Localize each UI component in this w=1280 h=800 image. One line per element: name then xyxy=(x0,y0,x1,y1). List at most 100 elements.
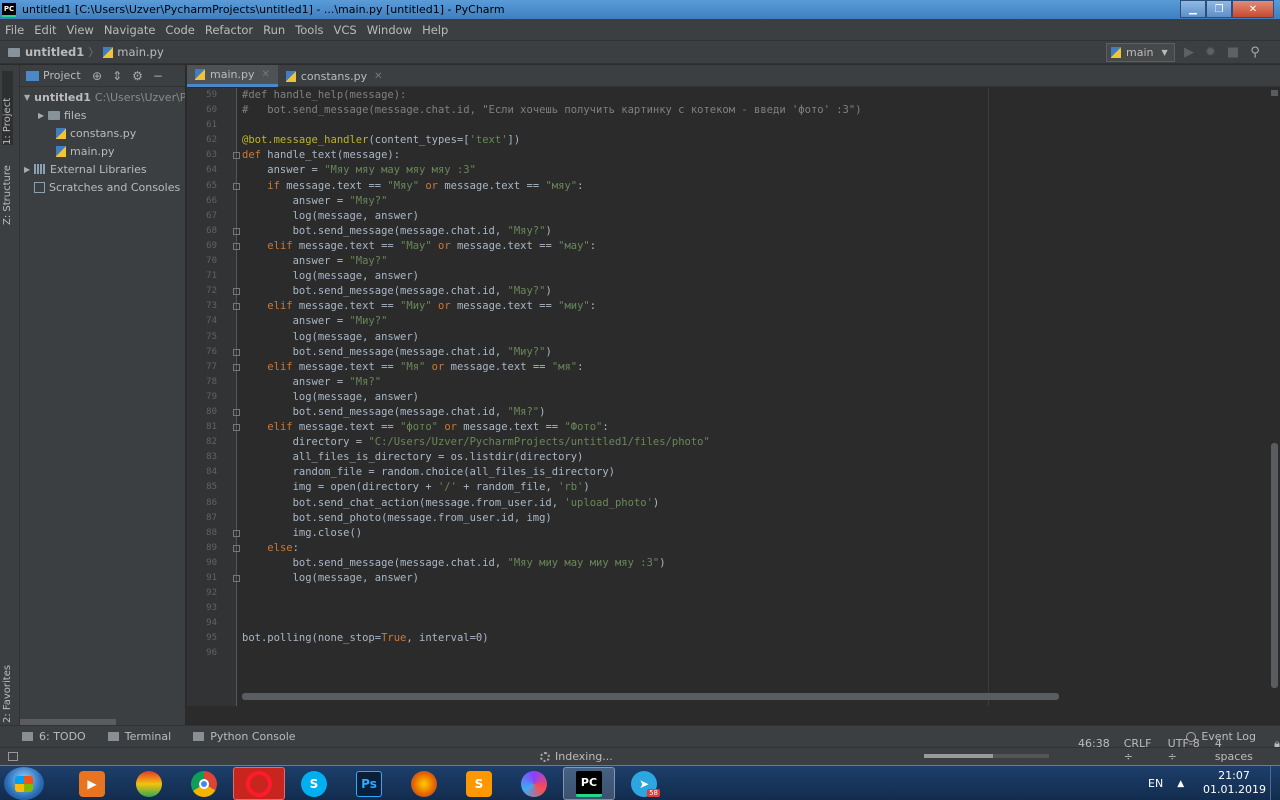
gear-icon[interactable]: ⚙ xyxy=(132,69,143,83)
menu-refactor[interactable]: Refactor xyxy=(200,23,258,37)
menu-file[interactable]: File xyxy=(0,23,29,37)
fold-marker-icon[interactable] xyxy=(233,242,240,250)
code-line[interactable]: 78 answer = "Мя?" xyxy=(206,375,1270,390)
tree-item-constans[interactable]: constans.py xyxy=(20,124,185,142)
fold-marker-icon[interactable] xyxy=(233,363,240,371)
taskbar-chrome[interactable] xyxy=(178,767,230,800)
fold-marker-icon[interactable] xyxy=(233,575,240,582)
tree-item-scratches[interactable]: Scratches and Consoles xyxy=(20,178,185,196)
menu-window[interactable]: Window xyxy=(362,23,417,37)
fold-marker-icon[interactable] xyxy=(233,303,240,311)
menu-run[interactable]: Run xyxy=(258,23,290,37)
breadcrumb-file[interactable]: main.py xyxy=(117,45,164,59)
taskbar-browser[interactable] xyxy=(508,767,560,800)
taskbar-sublime[interactable]: S xyxy=(453,767,505,800)
code-line[interactable]: 88 img.close() xyxy=(206,526,1270,541)
code-area[interactable]: 59 #def handle_help(message): 60 # bot.send… xyxy=(206,88,1270,662)
language-indicator[interactable]: EN xyxy=(1148,777,1163,790)
code-line[interactable]: 95 bot.polling(none_stop=True, interval=0… xyxy=(206,631,1270,646)
breadcrumb-project[interactable]: untitled1 xyxy=(25,45,84,59)
editor-horizontal-scrollbar[interactable] xyxy=(242,693,1059,700)
code-line[interactable]: 79 log(message, answer) xyxy=(206,390,1270,405)
tree-item-main[interactable]: main.py xyxy=(20,142,185,160)
todo-tool-button[interactable]: 6: TODO xyxy=(22,730,86,743)
code-line[interactable]: 59 #def handle_help(message): xyxy=(206,88,1270,103)
collapse-all-icon[interactable]: ⇕ xyxy=(112,69,122,83)
fold-marker-icon[interactable] xyxy=(233,424,240,432)
code-line[interactable]: 66 answer = "Мяу?" xyxy=(206,194,1270,209)
run-configuration-select[interactable]: main ▼ xyxy=(1106,43,1175,62)
menu-edit[interactable]: Edit xyxy=(29,23,61,37)
code-line[interactable]: 89 else: xyxy=(206,541,1270,556)
clock[interactable]: 21:07 01.01.2019 xyxy=(1203,769,1266,797)
code-line[interactable]: 82 directory = "C:/Users/Uzver/PycharmPr… xyxy=(206,435,1270,450)
taskbar-firefox[interactable] xyxy=(398,767,450,800)
taskbar-opera[interactable] xyxy=(233,767,285,800)
code-line[interactable]: 61 xyxy=(206,118,1270,133)
code-line[interactable]: 69 elif message.text == "Мау" or message… xyxy=(206,239,1270,254)
code-line[interactable]: 91 log(message, answer) xyxy=(206,571,1270,586)
show-desktop-button[interactable] xyxy=(1270,766,1280,800)
code-line[interactable]: 72 bot.send_message(message.chat.id, "Ма… xyxy=(206,284,1270,299)
debug-icon[interactable]: ✹ xyxy=(1205,45,1216,60)
toggle-tool-windows-icon[interactable] xyxy=(8,752,18,761)
menu-code[interactable]: Code xyxy=(160,23,199,37)
code-line[interactable]: 70 answer = "Мау?" xyxy=(206,254,1270,269)
hide-icon[interactable]: − xyxy=(153,69,163,83)
code-line[interactable]: 64 answer = "Мяу мяу мау мяу мяу :3" xyxy=(206,163,1270,178)
code-line[interactable]: 86 bot.send_chat_action(message.from_use… xyxy=(206,496,1270,511)
fold-marker-icon[interactable] xyxy=(233,408,240,416)
code-line[interactable]: 94 xyxy=(206,616,1270,631)
tree-item-external-libraries[interactable]: ▶ External Libraries xyxy=(20,160,185,178)
code-line[interactable]: 83 all_files_is_directory = os.listdir(d… xyxy=(206,450,1270,465)
python-console-tool-button[interactable]: Python Console xyxy=(193,730,296,743)
code-editor[interactable]: 59 #def handle_help(message): 60 # bot.send… xyxy=(187,88,1280,706)
terminal-tool-button[interactable]: Terminal xyxy=(107,730,171,743)
fold-marker-icon[interactable] xyxy=(233,182,240,190)
code-line[interactable]: 90 bot.send_message(message.chat.id, "Мя… xyxy=(206,556,1270,571)
minimize-button[interactable]: ▁ xyxy=(1180,0,1206,18)
code-line[interactable]: 63 def handle_text(message): xyxy=(206,148,1270,163)
code-line[interactable]: 80 bot.send_message(message.chat.id, "Мя… xyxy=(206,405,1270,420)
code-line[interactable]: 81 elif message.text == "фото" or messag… xyxy=(206,420,1270,435)
close-button[interactable]: ✕ xyxy=(1232,0,1274,18)
search-icon[interactable]: ⚲ xyxy=(1250,45,1260,60)
stop-icon[interactable]: ■ xyxy=(1227,45,1239,60)
tool-tab-favorites[interactable]: 2: Favorites xyxy=(2,649,13,723)
menu-help[interactable]: Help xyxy=(417,23,453,37)
menu-tools[interactable]: Tools xyxy=(290,23,328,37)
code-line[interactable]: 92 xyxy=(206,586,1270,601)
code-line[interactable]: 71 log(message, answer) xyxy=(206,269,1270,284)
collapsed-triangle-icon[interactable]: ▶ xyxy=(24,165,34,174)
code-line[interactable]: 93 xyxy=(206,601,1270,616)
tool-tab-project[interactable]: 1: Project xyxy=(2,71,13,145)
close-tab-icon[interactable]: ✕ xyxy=(261,69,269,80)
tool-tab-structure[interactable]: Z: Structure xyxy=(2,151,13,225)
taskbar-photoshop[interactable]: Ps xyxy=(343,767,395,800)
code-line[interactable]: 60 # bot.send_message(message.chat.id, "Е… xyxy=(206,103,1270,118)
start-button[interactable] xyxy=(4,767,44,800)
taskbar-media-player[interactable]: ▶ xyxy=(66,767,118,800)
fold-marker-icon[interactable] xyxy=(233,529,240,537)
tab-main-py[interactable]: main.py ✕ xyxy=(187,65,278,87)
code-line[interactable]: 67 log(message, answer) xyxy=(206,209,1270,224)
code-line[interactable]: 85 img = open(directory + '/' + random_f… xyxy=(206,480,1270,495)
run-icon[interactable]: ▶ xyxy=(1184,45,1194,60)
tree-item-files[interactable]: ▶ files xyxy=(20,106,185,124)
close-tab-icon[interactable]: ✕ xyxy=(374,71,382,82)
crosshair-icon[interactable]: ⊕ xyxy=(92,69,102,83)
taskbar-pycharm[interactable]: PC xyxy=(563,767,615,800)
menu-vcs[interactable]: VCS xyxy=(329,23,362,37)
fold-marker-icon[interactable] xyxy=(233,544,240,552)
code-line[interactable]: 74 answer = "Миу?" xyxy=(206,314,1270,329)
tray-expand-icon[interactable]: ▲ xyxy=(1177,779,1184,789)
fold-marker-icon[interactable] xyxy=(233,152,240,160)
code-line[interactable]: 65 if message.text == "Мяу" or message.t… xyxy=(206,179,1270,194)
fold-marker-icon[interactable] xyxy=(233,288,240,296)
tree-item-root[interactable]: ▼ untitled1 C:\Users\Uzver\PycharmProjec… xyxy=(20,88,185,106)
taskbar-rainbow-app[interactable] xyxy=(123,767,175,800)
code-line[interactable]: 87 bot.send_photo(message.from_user.id, … xyxy=(206,511,1270,526)
fold-marker-icon[interactable] xyxy=(233,348,240,356)
menu-view[interactable]: View xyxy=(62,23,99,37)
taskbar-skype[interactable]: S xyxy=(288,767,340,800)
